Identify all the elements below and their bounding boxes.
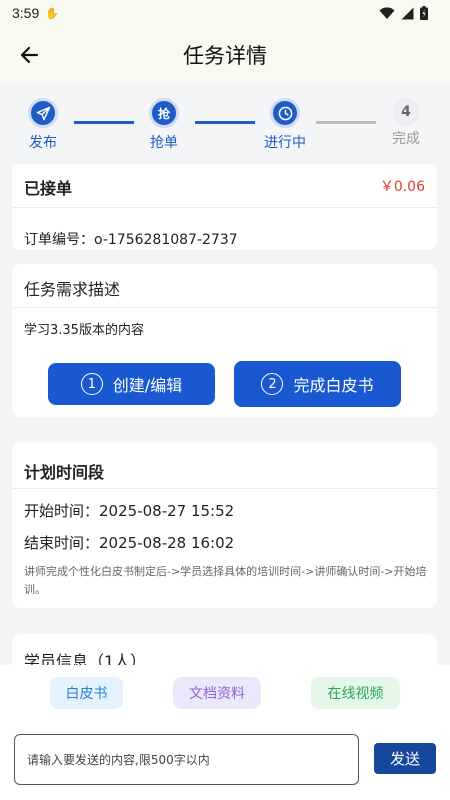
divider	[12, 207, 437, 208]
schedule-title: 计划时间段	[24, 463, 105, 482]
status-time: 3:59	[12, 5, 40, 21]
step-circle: 4	[392, 98, 420, 126]
send-icon	[36, 106, 50, 120]
step-number-badge: 2	[261, 373, 284, 395]
chip-online-video[interactable]: 在线视频	[311, 677, 400, 709]
grab-icon: 抢	[157, 106, 170, 121]
step-circle	[28, 98, 58, 128]
bottom-panel: 白皮书 文档资料 在线视频 发送	[0, 665, 450, 800]
chip-documents[interactable]: 文档资料	[173, 677, 261, 709]
step-connector	[316, 121, 376, 124]
status-icons	[379, 6, 428, 20]
step-circle: 抢	[149, 98, 179, 128]
hand-icon: ✋	[45, 6, 59, 20]
clock-icon	[278, 106, 292, 120]
order-number-label: 订单编号：	[24, 232, 94, 248]
end-time-row: 结束时间：2025-08-28 16:02	[24, 532, 234, 553]
order-number-value: o-1756281087-2737	[94, 232, 238, 248]
task-description: 学习3.35版本的内容	[24, 323, 144, 338]
create-edit-button[interactable]: 1 创建/编辑	[48, 363, 215, 405]
battery-icon	[420, 6, 428, 20]
button-label: 创建/编辑	[112, 376, 183, 395]
step-label: 进行中	[264, 135, 306, 151]
schedule-note: 讲师完成个性化白皮书制定后->学员选择具体的培训时间->讲师确认时间->开始培训…	[24, 565, 427, 596]
start-time-label: 开始时间：	[24, 502, 100, 520]
send-button[interactable]: 发送	[374, 743, 436, 774]
start-time-value: 2025-08-27 15:52	[99, 502, 235, 520]
order-card: 已接单 ￥0.06 订单编号：o-1756281087-2737	[12, 164, 437, 250]
step-label: 抢单	[150, 135, 178, 151]
step-connector	[195, 121, 255, 124]
step-grab: 抢 抢单	[134, 98, 194, 152]
complete-whitepaper-button[interactable]: 2 完成白皮书	[234, 361, 401, 407]
task-card: 任务需求描述 学习3.35版本的内容 1 创建/编辑 2 完成白皮书	[12, 264, 437, 417]
end-time-value: 2025-08-28 16:02	[99, 534, 235, 552]
message-input[interactable]	[14, 734, 359, 785]
schedule-card: 计划时间段 开始时间：2025-08-27 15:52 结束时间：2025-08…	[12, 443, 437, 608]
button-label: 完成白皮书	[293, 376, 374, 395]
signal-icon	[401, 7, 414, 19]
step-connector	[74, 121, 134, 124]
task-title: 任务需求描述	[24, 280, 121, 299]
status-bar: 3:59 ✋	[0, 0, 450, 26]
divider	[12, 307, 437, 308]
step-in-progress: 进行中	[255, 98, 315, 152]
page-title: 任务详情	[183, 44, 267, 68]
step-label: 完成	[392, 131, 420, 147]
order-number-row: 订单编号：o-1756281087-2737	[24, 229, 238, 249]
step-label: 发布	[29, 135, 57, 151]
step-number: 4	[401, 104, 411, 120]
start-time-row: 开始时间：2025-08-27 15:52	[24, 500, 234, 521]
divider	[12, 488, 437, 489]
order-price: ￥0.06	[379, 179, 425, 195]
chip-whitepaper[interactable]: 白皮书	[50, 677, 123, 709]
wifi-icon	[379, 6, 395, 19]
step-circle	[270, 98, 300, 128]
app-header: 任务详情	[0, 26, 450, 82]
order-status: 已接单	[24, 179, 73, 198]
step-number-badge: 1	[80, 373, 103, 395]
step-publish: 发布	[13, 98, 73, 152]
step-complete: 4 完成	[376, 98, 436, 148]
end-time-label: 结束时间：	[24, 534, 100, 552]
